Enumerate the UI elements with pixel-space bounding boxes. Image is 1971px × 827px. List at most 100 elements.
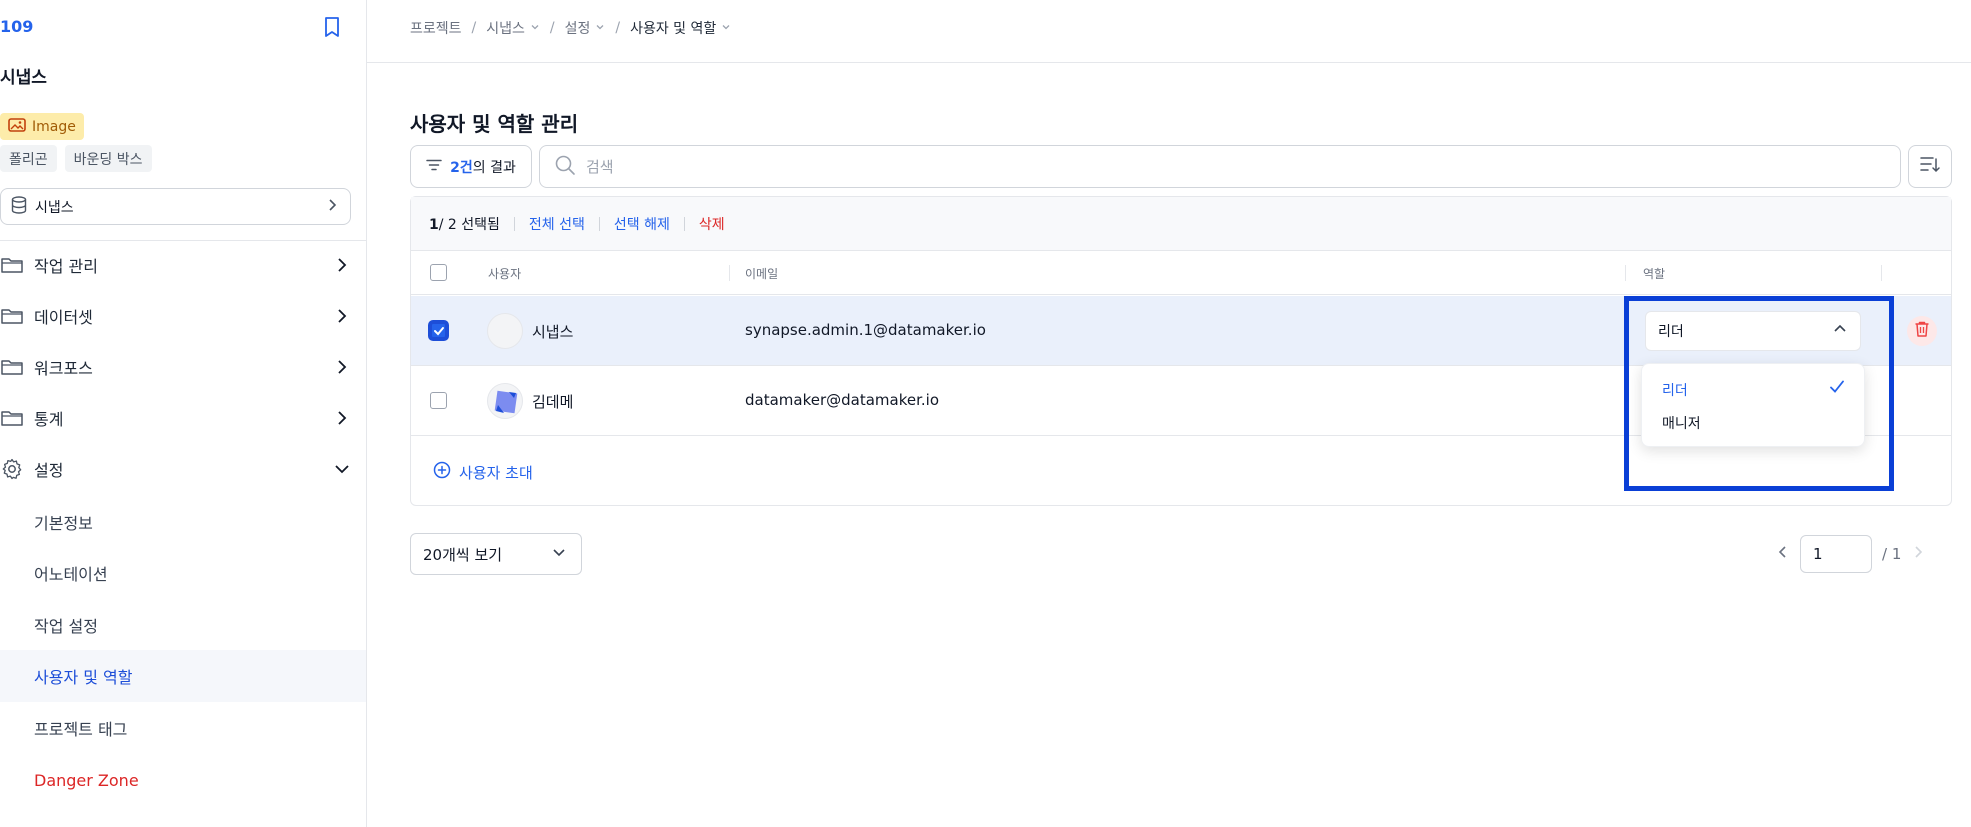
- project-name: 시냅스: [0, 68, 47, 88]
- chevron-down-icon: [530, 20, 540, 36]
- sidebar-item-danger-zone[interactable]: Danger Zone: [0, 754, 366, 806]
- sort-icon: [1919, 155, 1941, 179]
- chevron-down-icon: [551, 544, 567, 564]
- nav-item-stats[interactable]: 통계: [0, 398, 351, 438]
- dataset-select-label: 시냅스: [35, 199, 74, 216]
- folder-icon: [0, 304, 24, 328]
- invite-user-label: 사용자 초대: [459, 463, 533, 482]
- invite-user-button[interactable]: 사용자 초대: [433, 461, 533, 483]
- selection-bar: 1/ 2 선택됨 전체 선택 선택 해제 삭제: [411, 197, 1951, 251]
- column-header-role: 역할: [1643, 267, 1666, 281]
- annotation-type-tags: 폴리곤 바운딩 박스: [0, 145, 152, 172]
- user-name: 김데메: [532, 393, 574, 411]
- row-checkbox[interactable]: [430, 392, 447, 409]
- nav-item-settings[interactable]: 설정: [0, 449, 351, 489]
- delete-selected-button[interactable]: 삭제: [699, 214, 725, 234]
- nav-item-workforce[interactable]: 워크포스: [0, 347, 351, 387]
- breadcrumb-label: 설정: [564, 21, 591, 37]
- result-count: 2건: [450, 159, 473, 176]
- image-icon: [8, 117, 26, 136]
- prev-page-button[interactable]: [1776, 544, 1790, 564]
- highlight-box: [1624, 296, 1894, 491]
- annotation-tag-polygon: 폴리곤: [0, 145, 57, 172]
- page-number-input[interactable]: 1: [1800, 535, 1872, 573]
- breadcrumb-separator: /: [615, 20, 621, 36]
- breadcrumb-project[interactable]: 시냅스: [486, 18, 540, 38]
- user-name: 시냅스: [532, 323, 574, 341]
- nav-item-label: 통계: [34, 410, 64, 429]
- trash-icon: [1914, 320, 1930, 342]
- result-suffix: 의 결과: [472, 159, 516, 176]
- avatar: [487, 313, 523, 349]
- selected-count: 1: [429, 216, 439, 233]
- data-type-label: Image: [32, 118, 76, 135]
- folder-icon: [0, 355, 24, 379]
- annotation-tag-bbox: 바운딩 박스: [64, 145, 152, 172]
- sidebar-item-basic-info[interactable]: 기본정보: [0, 496, 366, 548]
- column-header-email: 이메일: [745, 267, 779, 281]
- folder-icon: [0, 406, 24, 430]
- breadcrumb-label: 시냅스: [486, 21, 525, 37]
- breadcrumb-separator: /: [471, 20, 477, 36]
- project-id: 109: [0, 17, 34, 36]
- chevron-right-icon: [326, 198, 338, 216]
- select-all-checkbox[interactable]: [430, 264, 447, 281]
- avatar: [487, 383, 523, 419]
- nav-item-tasks[interactable]: 작업 관리: [0, 245, 351, 285]
- chevron-down-icon: [333, 460, 351, 478]
- user-email: datamaker@datamaker.io: [745, 391, 940, 409]
- breadcrumb-label: 사용자 및 역할: [630, 21, 717, 37]
- next-page-button[interactable]: [1911, 544, 1925, 564]
- nav-item-label: 워크포스: [34, 359, 93, 378]
- table-header: 사용자 이메일 역할: [411, 251, 1951, 295]
- breadcrumb-projects[interactable]: 프로젝트: [410, 18, 462, 38]
- column-divider: [729, 265, 730, 281]
- row-checkbox[interactable]: [430, 322, 447, 339]
- divider: [513, 216, 515, 231]
- data-type-tag: Image: [0, 113, 84, 140]
- sidebar-item-annotation[interactable]: 어노테이션: [0, 547, 366, 599]
- column-divider: [1625, 265, 1626, 281]
- gear-icon: [0, 457, 24, 481]
- sidebar-item-users-roles[interactable]: 사용자 및 역할: [0, 650, 366, 702]
- filter-button[interactable]: 2건의 결과: [410, 145, 532, 188]
- chevron-right-icon: [333, 409, 351, 427]
- selected-suffix: 선택됨: [456, 216, 500, 233]
- topbar: 프로젝트 / 시냅스 / 설정 / 사용자 및 역할: [367, 0, 1971, 63]
- nav-item-datasets[interactable]: 데이터셋: [0, 296, 351, 336]
- sidebar-item-task-settings[interactable]: 작업 설정: [0, 599, 366, 651]
- search-input[interactable]: [586, 157, 1886, 176]
- chevron-right-icon: [333, 358, 351, 376]
- sidebar-divider: [0, 240, 366, 241]
- sort-button[interactable]: [1908, 145, 1952, 188]
- sidebar-item-project-tags[interactable]: 프로젝트 태그: [0, 702, 366, 754]
- page-size-select[interactable]: 20개씩 보기: [410, 533, 582, 575]
- bookmark-icon[interactable]: [322, 16, 342, 38]
- pagination: 1 / 1: [1776, 535, 1925, 573]
- chevron-right-icon: [333, 307, 351, 325]
- dataset-select[interactable]: 시냅스: [0, 188, 351, 225]
- nav-item-label: 작업 관리: [34, 257, 98, 276]
- total-count: / 2: [438, 216, 457, 233]
- delete-user-button[interactable]: [1907, 316, 1937, 346]
- breadcrumb-current[interactable]: 사용자 및 역할: [630, 18, 731, 38]
- search-box[interactable]: [539, 145, 1901, 188]
- nav-item-label: 데이터셋: [34, 308, 93, 327]
- column-divider: [1881, 265, 1882, 281]
- page-size-value: 20개씩 보기: [423, 545, 503, 564]
- app: 109 시냅스 Image 폴리곤 바운딩 박스 시냅스 작업 관리 데이터셋 …: [0, 0, 1971, 827]
- folder-icon: [0, 253, 24, 277]
- chevron-down-icon: [595, 20, 605, 36]
- chevron-down-icon: [721, 20, 731, 36]
- breadcrumb-label: 프로젝트: [410, 21, 462, 37]
- breadcrumb-separator: /: [549, 20, 555, 36]
- divider: [683, 216, 685, 231]
- breadcrumb-settings[interactable]: 설정: [565, 18, 606, 38]
- deselect-button[interactable]: 선택 해제: [614, 214, 670, 234]
- select-all-button[interactable]: 전체 선택: [529, 214, 585, 234]
- sidebar: 109 시냅스 Image 폴리곤 바운딩 박스 시냅스 작업 관리 데이터셋 …: [0, 0, 367, 827]
- filter-icon: [426, 159, 442, 175]
- database-icon: [11, 195, 27, 218]
- page-title: 사용자 및 역할 관리: [410, 112, 579, 136]
- breadcrumb: 프로젝트 / 시냅스 / 설정 / 사용자 및 역할: [410, 18, 731, 38]
